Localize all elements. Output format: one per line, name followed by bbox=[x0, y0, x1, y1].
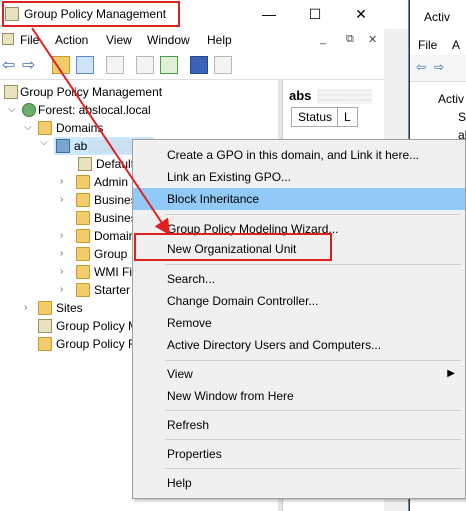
annotation-arrow bbox=[31, 27, 171, 236]
